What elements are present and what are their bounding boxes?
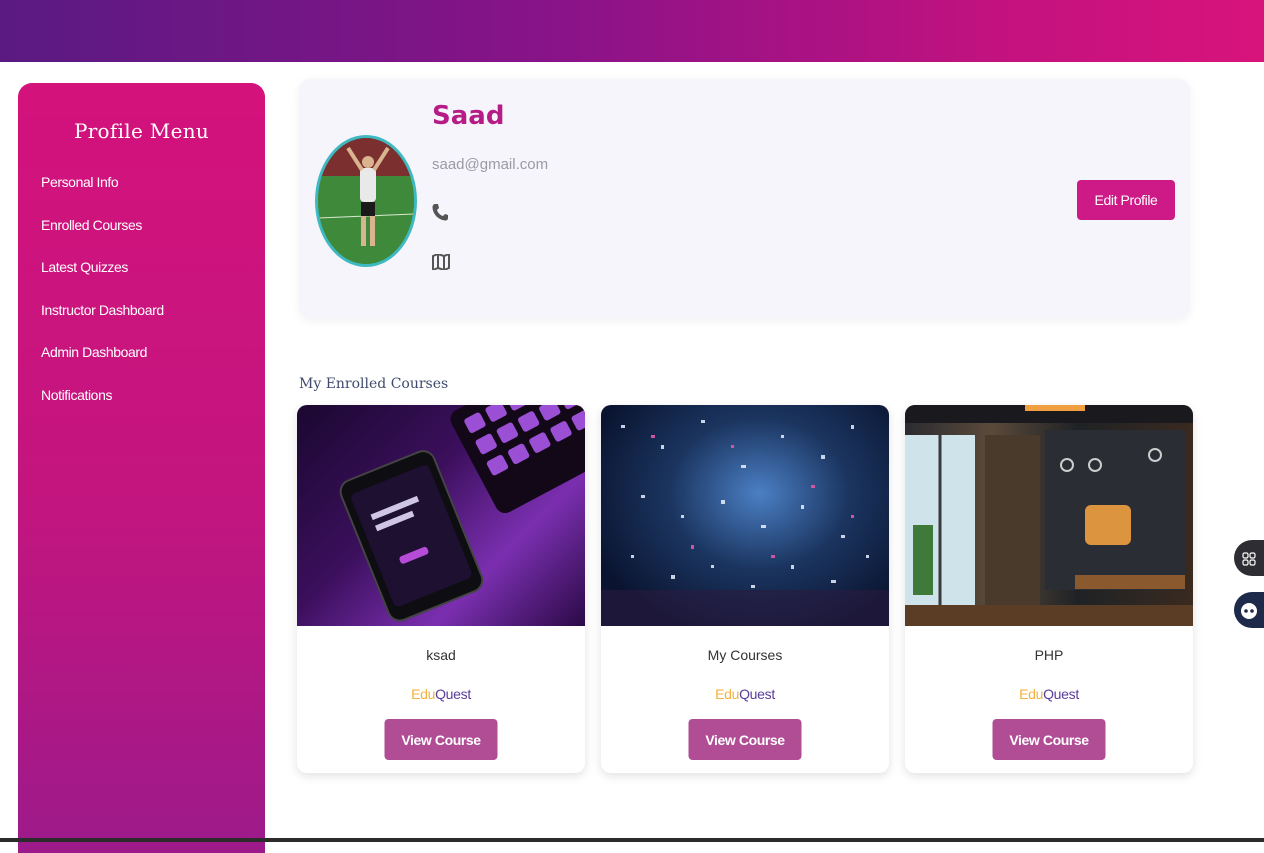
profile-email: saad@gmail.com — [432, 156, 549, 173]
profile-card: Saad saad@gmail.com Edit Profile — [299, 79, 1190, 319]
brand-edu-text: Edu — [411, 686, 436, 702]
edit-profile-button[interactable]: Edit Profile — [1077, 180, 1175, 220]
brand-quest-text: Quest — [739, 686, 775, 702]
map-icon — [432, 252, 450, 275]
profile-menu: Personal Info Enrolled Courses Latest Qu… — [41, 173, 164, 428]
course-title: PHP — [1034, 647, 1064, 663]
top-header-bar — [0, 0, 1264, 62]
grid-icon[interactable] — [1234, 540, 1264, 576]
avatar — [315, 135, 417, 267]
sidebar-item-latest-quizzes[interactable]: Latest Quizzes — [41, 258, 164, 301]
course-title: My Courses — [707, 647, 783, 663]
course-brand: EduQuest — [905, 686, 1193, 702]
course-thumbnail — [601, 405, 889, 626]
course-brand: EduQuest — [297, 686, 585, 702]
phone-icon — [432, 203, 448, 226]
course-title: ksad — [426, 647, 456, 663]
view-course-button[interactable]: View Course — [384, 719, 498, 760]
view-course-button[interactable]: View Course — [992, 719, 1106, 760]
course-thumbnail — [297, 405, 585, 626]
profile-name: Saad — [432, 101, 505, 131]
profile-sidebar: Profile Menu Personal Info Enrolled Cour… — [18, 83, 265, 853]
sidebar-item-admin-dashboard[interactable]: Admin Dashboard — [41, 343, 164, 386]
course-card: PHP EduQuest View Course — [905, 405, 1193, 773]
sidebar-item-enrolled-courses[interactable]: Enrolled Courses — [41, 216, 164, 259]
sidebar-item-notifications[interactable]: Notifications — [41, 386, 164, 429]
view-course-button[interactable]: View Course — [688, 719, 802, 760]
sidebar-item-personal-info[interactable]: Personal Info — [41, 173, 164, 216]
course-thumbnail — [905, 405, 1193, 626]
course-card: ksad EduQuest View Course — [297, 405, 585, 773]
course-brand: EduQuest — [601, 686, 889, 702]
sidebar-title: Profile Menu — [73, 119, 210, 143]
brand-edu-text: Edu — [715, 686, 740, 702]
brand-quest-text: Quest — [1043, 686, 1079, 702]
course-card: My Courses EduQuest View Course — [601, 405, 889, 773]
sidebar-item-instructor-dashboard[interactable]: Instructor Dashboard — [41, 301, 164, 344]
avatar-photo — [318, 138, 414, 264]
enrolled-courses-title: My Enrolled Courses — [299, 376, 449, 392]
chatbot-icon[interactable] — [1234, 592, 1264, 628]
brand-edu-text: Edu — [1019, 686, 1044, 702]
brand-quest-text: Quest — [435, 686, 471, 702]
bottom-divider — [0, 838, 1264, 842]
